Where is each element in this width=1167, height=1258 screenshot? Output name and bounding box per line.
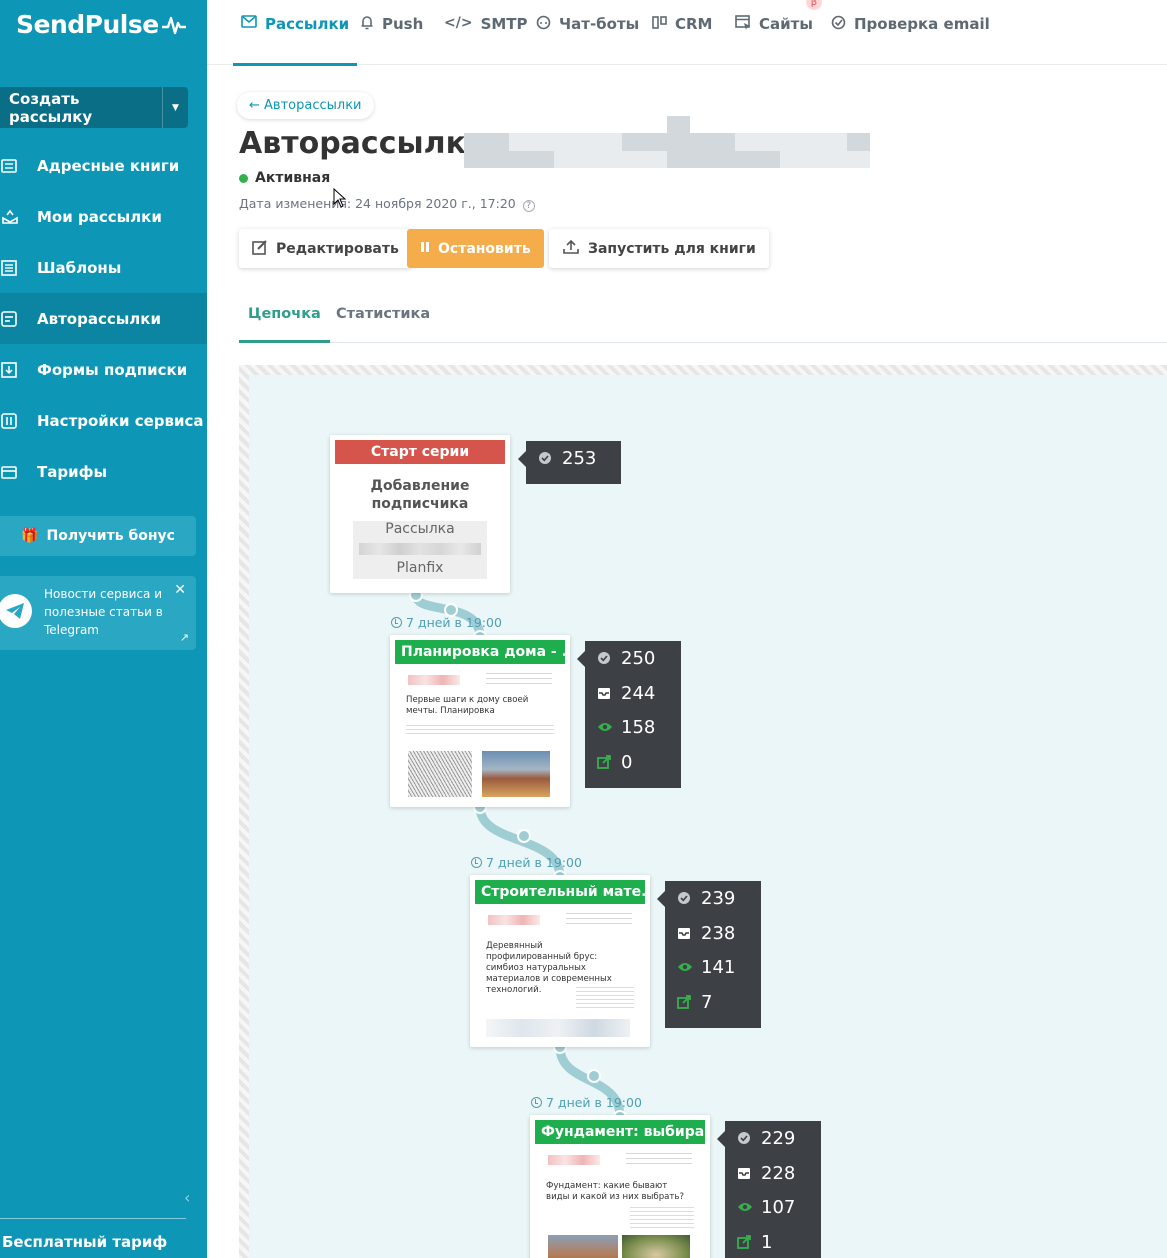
preview-text xyxy=(630,1207,694,1229)
email-card[interactable]: Планировка дома - ... Первые шаги к дому… xyxy=(390,635,570,807)
inbox-icon xyxy=(737,1167,761,1180)
stat-delivered: 244 xyxy=(597,682,655,704)
click-link-icon xyxy=(677,995,701,1009)
start-card-header: Старт серии xyxy=(335,440,505,464)
stat-delivered: 228 xyxy=(737,1162,795,1184)
inbox-icon xyxy=(597,687,621,700)
flow-connectors xyxy=(409,588,627,1124)
sent-check-icon xyxy=(737,1131,761,1145)
stat-opened: 141 xyxy=(677,956,735,978)
preview-title: Фундамент: какие бывают виды и какой из … xyxy=(546,1181,685,1202)
preview-image xyxy=(548,1235,618,1258)
email-preview: Деревянный профилированный брус: симбиоз… xyxy=(486,913,634,1041)
preview-contacts xyxy=(486,673,552,685)
preview-contacts xyxy=(626,1153,692,1165)
stat-sent: 239 xyxy=(677,887,735,909)
clock-icon xyxy=(471,857,482,868)
stat-opened: 158 xyxy=(597,716,655,738)
eye-icon xyxy=(677,961,701,973)
preview-logo xyxy=(488,915,540,925)
stat-clicked: 1 xyxy=(737,1231,772,1253)
stat-value: 238 xyxy=(701,922,736,944)
stat-value: 7 xyxy=(701,991,713,1013)
delay-text: 7 дней в 19:00 xyxy=(546,1095,642,1110)
email-card[interactable]: Строительный мате... Деревянный профилир… xyxy=(470,875,650,1047)
email-card[interactable]: Фундамент: выбира... Фундамент: какие бы… xyxy=(530,1115,710,1258)
preview-image xyxy=(482,751,550,797)
stat-value: 141 xyxy=(701,956,736,978)
stats-panel-step-1: 250 244 158 0 xyxy=(577,641,681,788)
stat-delivered: 238 xyxy=(677,922,735,944)
email-card-header: Строительный мате... xyxy=(475,880,645,904)
inbox-icon xyxy=(677,927,701,940)
start-trigger: Добавление подписчика xyxy=(370,478,470,512)
preview-logo xyxy=(548,1155,600,1165)
sent-check-icon xyxy=(538,451,562,465)
clock-icon xyxy=(391,617,402,628)
address-book-box: Рассылка Planfix xyxy=(353,521,487,579)
stats-panel-start: 253 xyxy=(518,441,621,484)
stat-sent: 229 xyxy=(737,1127,795,1149)
preview-contacts xyxy=(566,913,632,925)
start-card[interactable]: Старт серии Добавление подписчика Рассыл… xyxy=(330,435,510,593)
stat-value: 0 xyxy=(621,751,633,773)
email-card-header: Планировка дома - ... xyxy=(395,640,565,664)
eye-icon xyxy=(737,1201,761,1213)
sent-check-icon xyxy=(597,651,621,665)
preview-image xyxy=(486,1019,630,1037)
sent-check-icon xyxy=(677,891,701,905)
stat-value: 228 xyxy=(761,1162,796,1184)
stat-value: 253 xyxy=(562,447,597,469)
stat-value: 1 xyxy=(761,1231,773,1253)
preview-image xyxy=(622,1235,690,1258)
stats-panel-step-3: 229 228 107 1 xyxy=(717,1121,821,1258)
preview-image xyxy=(408,751,472,797)
email-preview: Первые шаги к дому своей мечты. Планиров… xyxy=(406,673,554,801)
click-link-icon xyxy=(597,755,621,769)
clock-icon xyxy=(531,1097,542,1108)
preview-logo xyxy=(408,675,460,685)
delay-label: 7 дней в 19:00 xyxy=(531,1095,642,1110)
stat-value: 107 xyxy=(761,1196,796,1218)
email-card-header: Фундамент: выбира... xyxy=(535,1120,705,1144)
eye-icon xyxy=(597,721,621,733)
address-book-line: Рассылка xyxy=(385,521,455,537)
delay-text: 7 дней в 19:00 xyxy=(486,855,582,870)
preview-text xyxy=(406,725,554,735)
stat-value: 158 xyxy=(621,716,656,738)
stat-value: 250 xyxy=(621,647,656,669)
stat-value: 229 xyxy=(761,1127,796,1149)
address-book-line: Planfix xyxy=(396,560,444,576)
stat-opened: 107 xyxy=(737,1196,795,1218)
delay-label: 7 дней в 19:00 xyxy=(391,615,502,630)
preview-title: Первые шаги к дому своей мечты. Планиров… xyxy=(406,695,529,716)
stat-clicked: 0 xyxy=(597,751,632,773)
delay-text: 7 дней в 19:00 xyxy=(406,615,502,630)
click-link-icon xyxy=(737,1235,761,1249)
preview-text xyxy=(576,987,634,1011)
redacted-book-name xyxy=(359,543,481,555)
delay-label: 7 дней в 19:00 xyxy=(471,855,582,870)
stat-sent: 253 xyxy=(538,447,596,469)
email-preview: Фундамент: какие бывают виды и какой из … xyxy=(546,1153,694,1258)
stats-panel-step-2: 239 238 141 7 xyxy=(657,881,761,1028)
stat-value: 239 xyxy=(701,887,736,909)
stat-clicked: 7 xyxy=(677,991,712,1013)
stat-value: 244 xyxy=(621,682,656,704)
stat-sent: 250 xyxy=(597,647,655,669)
